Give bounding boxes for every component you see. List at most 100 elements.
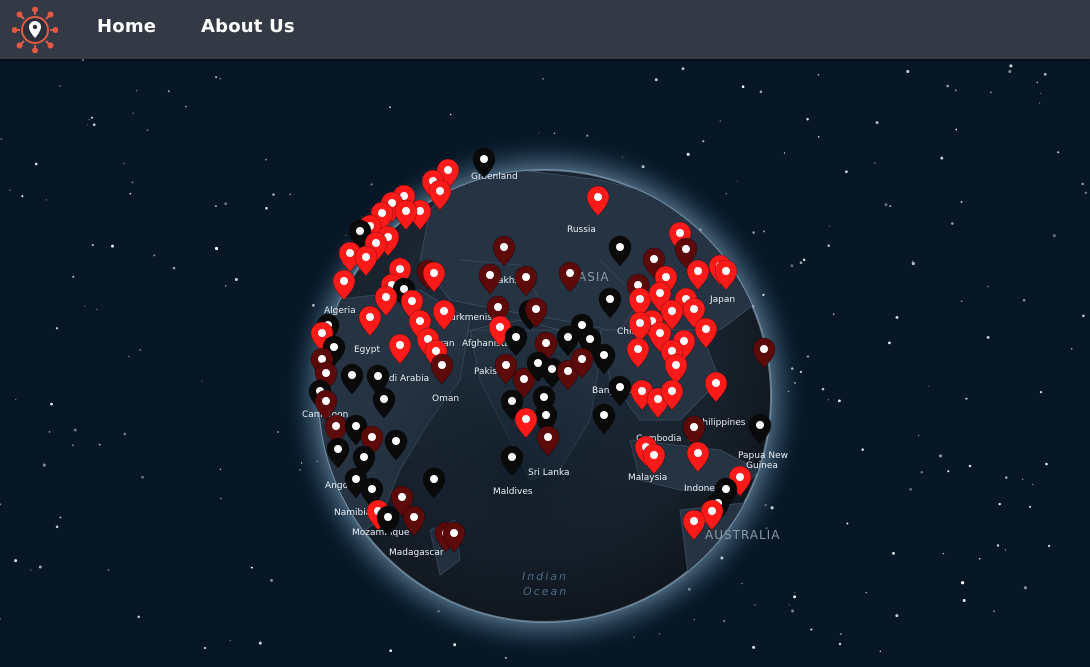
label-madagascar: Madagascar xyxy=(389,548,444,558)
star xyxy=(752,231,755,234)
star xyxy=(741,85,745,88)
star xyxy=(838,642,842,646)
star xyxy=(0,138,3,141)
star xyxy=(1039,390,1043,394)
star xyxy=(214,205,217,208)
star xyxy=(234,278,238,281)
star xyxy=(9,189,11,191)
star xyxy=(888,341,891,345)
label-papua-new-guinea-2: Guinea xyxy=(746,461,778,471)
nav-about-us-link[interactable]: About Us xyxy=(201,16,295,37)
star xyxy=(1082,314,1085,318)
star xyxy=(832,313,835,315)
star xyxy=(889,205,892,208)
star xyxy=(725,192,728,195)
star xyxy=(153,254,156,257)
star xyxy=(59,85,61,87)
star xyxy=(219,78,221,80)
star xyxy=(214,246,219,251)
star xyxy=(1031,483,1034,486)
star xyxy=(88,119,90,121)
star xyxy=(449,113,452,116)
star xyxy=(827,399,829,401)
star xyxy=(98,443,101,446)
star xyxy=(132,112,134,114)
star xyxy=(829,225,831,228)
nav-home-link[interactable]: Home xyxy=(97,16,156,37)
star xyxy=(21,195,24,198)
label-sri-lanka: Sri Lanka xyxy=(528,468,570,478)
star xyxy=(128,356,130,357)
star xyxy=(215,76,218,79)
star xyxy=(1038,102,1041,104)
star xyxy=(229,639,231,642)
star xyxy=(389,649,393,653)
star xyxy=(938,454,943,458)
star xyxy=(763,230,765,233)
star xyxy=(1040,92,1042,94)
star xyxy=(942,552,945,555)
star xyxy=(817,73,820,76)
star xyxy=(34,162,38,166)
star xyxy=(107,569,110,571)
star xyxy=(654,78,658,82)
star xyxy=(370,183,373,186)
star xyxy=(962,599,966,602)
globe-map-canvas[interactable]: Greenland Russia ASIA Kazakhstan Turkmen… xyxy=(0,59,1090,667)
star xyxy=(453,643,457,647)
star xyxy=(693,619,695,621)
star xyxy=(895,315,899,319)
star xyxy=(542,78,544,80)
star xyxy=(1008,70,1012,73)
label-australia: AUSTRALIA xyxy=(705,528,780,542)
star xyxy=(1081,182,1084,186)
star xyxy=(1057,151,1060,154)
globe-map-svg: Greenland Russia ASIA Kazakhstan Turkmen… xyxy=(0,59,1088,659)
star xyxy=(30,569,32,571)
label-indian-ocean-1: Indian xyxy=(522,570,568,583)
star xyxy=(1047,544,1051,548)
star xyxy=(865,591,867,594)
star xyxy=(817,136,820,138)
star xyxy=(845,170,848,174)
star xyxy=(90,116,93,119)
star xyxy=(137,615,140,619)
label-japan: Japan xyxy=(709,295,735,305)
star xyxy=(986,285,989,288)
star xyxy=(802,258,806,262)
star xyxy=(265,158,267,161)
star xyxy=(909,488,912,491)
star xyxy=(586,134,589,137)
label-egypt: Egypt xyxy=(354,345,380,355)
star xyxy=(960,300,963,302)
star xyxy=(799,261,803,265)
star xyxy=(968,464,972,468)
star xyxy=(993,610,996,613)
star xyxy=(861,448,864,451)
star xyxy=(827,244,830,247)
star xyxy=(906,70,910,73)
star xyxy=(965,397,968,400)
star xyxy=(224,202,228,206)
star xyxy=(71,444,74,447)
star xyxy=(15,398,17,400)
star xyxy=(996,544,1000,547)
star xyxy=(783,152,786,154)
star xyxy=(989,91,992,94)
star xyxy=(920,471,923,474)
star xyxy=(741,582,743,585)
star xyxy=(960,201,963,203)
globe-pin-logo-icon[interactable] xyxy=(12,7,58,53)
star xyxy=(146,129,149,132)
star xyxy=(1043,72,1047,76)
star xyxy=(955,89,957,91)
star xyxy=(277,431,279,433)
label-indian-ocean-2: Ocean xyxy=(523,585,568,598)
star xyxy=(806,355,810,358)
star xyxy=(928,385,930,387)
star xyxy=(131,181,134,184)
star xyxy=(892,552,895,555)
star xyxy=(250,566,253,569)
star xyxy=(225,285,227,287)
star xyxy=(946,84,950,88)
